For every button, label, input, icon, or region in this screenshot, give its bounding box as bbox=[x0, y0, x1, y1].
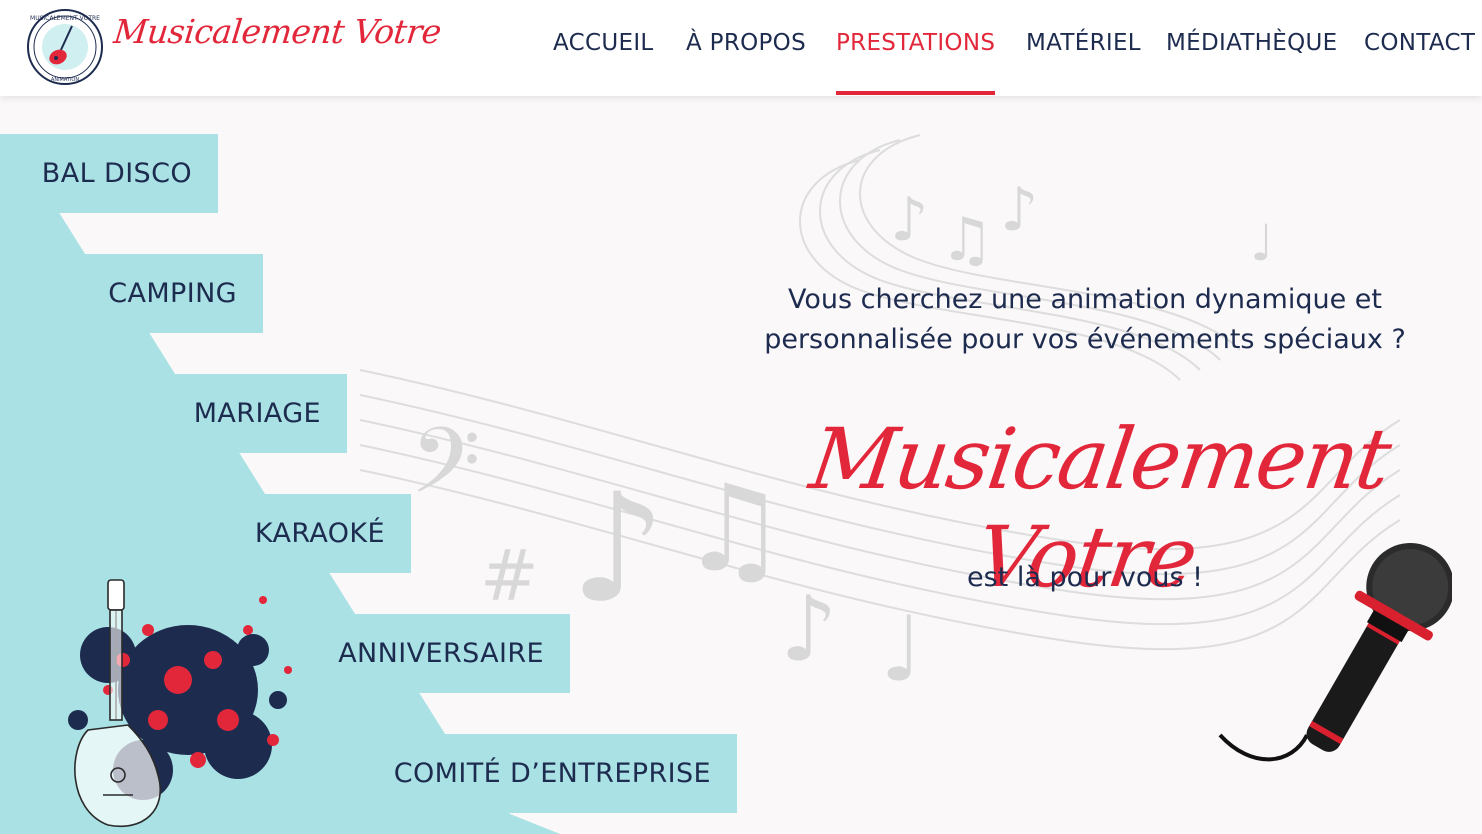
service-camping[interactable]: CAMPING bbox=[60, 254, 263, 333]
svg-text:♫: ♫ bbox=[940, 205, 994, 275]
svg-text:♩: ♩ bbox=[1250, 214, 1274, 272]
hero-tagline: Vous cherchez une animation dynamique et… bbox=[764, 284, 1406, 355]
site-header: MUSICALEMENT VOTRE ANIMATION Musicalemen… bbox=[0, 0, 1482, 96]
nav-materiel[interactable]: MATÉRIEL bbox=[1026, 30, 1141, 56]
nav-a-propos[interactable]: À PROPOS bbox=[686, 30, 806, 56]
nav-mediatheque[interactable]: MÉDIATHÈQUE bbox=[1166, 30, 1337, 56]
microphone-icon bbox=[1218, 543, 1452, 762]
service-comite-entreprise[interactable]: COMITÉ D’ENTREPRISE bbox=[380, 734, 737, 813]
nav-prestations[interactable]: PRESTATIONS bbox=[836, 30, 995, 56]
guitar-splash-icon bbox=[68, 579, 292, 828]
svg-text:♪: ♪ bbox=[890, 185, 928, 255]
active-nav-indicator bbox=[836, 91, 995, 95]
svg-text:♩: ♩ bbox=[880, 597, 922, 702]
service-anniversaire[interactable]: ANNIVERSAIRE bbox=[330, 614, 570, 693]
nav-contact[interactable]: CONTACT bbox=[1364, 30, 1475, 56]
svg-text:♪: ♪ bbox=[1000, 175, 1038, 245]
nav-accueil[interactable]: ACCUEIL bbox=[553, 30, 654, 56]
main-nav: ACCUEIL À PROPOS PRESTATIONS MATÉRIEL MÉ… bbox=[0, 0, 1482, 96]
service-mariage[interactable]: MARIAGE bbox=[150, 374, 347, 453]
service-karaoke[interactable]: KARAOKÉ bbox=[240, 494, 411, 573]
service-bal-disco[interactable]: BAL DISCO bbox=[0, 134, 218, 213]
